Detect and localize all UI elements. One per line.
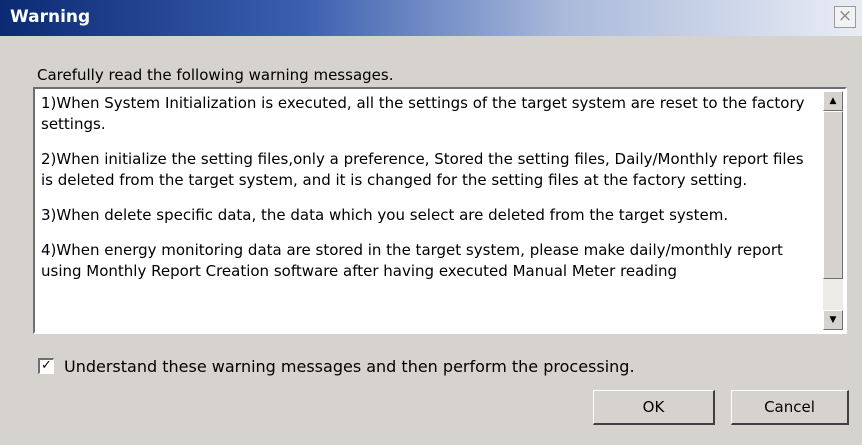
cancel-button[interactable]: Cancel — [731, 390, 849, 425]
close-icon[interactable]: × — [834, 6, 856, 28]
scroll-up-icon[interactable]: ▲ — [823, 91, 843, 111]
warning-message-1: 1)When System Initialization is executed… — [41, 94, 805, 133]
scroll-down-icon[interactable]: ▼ — [823, 310, 843, 330]
dialog-title: Warning — [10, 7, 91, 27]
warning-messages-box[interactable]: 1)When System Initialization is executed… — [33, 87, 847, 334]
warning-message-2: 2)When initialize the setting files,only… — [41, 150, 804, 189]
instruction-text: Carefully read the following warning mes… — [37, 66, 394, 84]
understand-checkbox[interactable]: ✓ — [38, 358, 54, 374]
scroll-thumb[interactable] — [823, 111, 843, 279]
warning-message-3: 3)When delete specific data, the data wh… — [41, 206, 729, 224]
warning-dialog: Warning × Carefully read the following w… — [0, 0, 862, 445]
vertical-scrollbar[interactable]: ▲ ▼ — [823, 91, 843, 330]
ok-button[interactable]: OK — [593, 390, 715, 425]
warning-messages-content: 1)When System Initialization is executed… — [41, 93, 819, 296]
understand-checkbox-label[interactable]: Understand these warning messages and th… — [64, 357, 635, 376]
warning-message-4: 4)When energy monitoring data are stored… — [41, 241, 783, 280]
title-bar[interactable]: Warning × — [0, 0, 862, 36]
